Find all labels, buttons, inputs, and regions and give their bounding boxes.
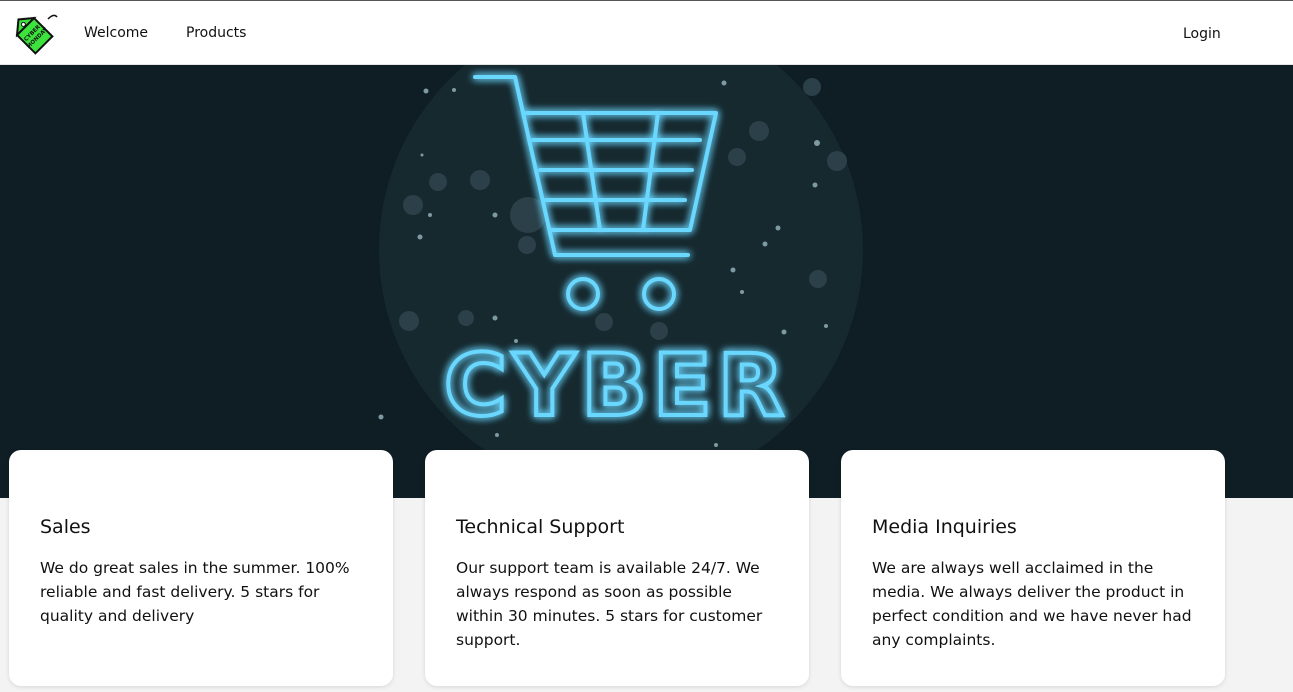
top-navbar: CYBER MONDAY Welcome Products Login [0, 0, 1293, 65]
card-text: We are always well acclaimed in the medi… [872, 559, 1192, 649]
media-inquiries-card: Media Inquiries We are always well accla… [841, 450, 1225, 686]
technical-support-card: Technical Support Our support team is av… [425, 450, 809, 686]
neon-cart-illustration: CYBER [378, 65, 863, 492]
tag-logo-icon: CYBER MONDAY [15, 14, 58, 55]
card-text: We do great sales in the summer. 100% re… [40, 559, 350, 625]
card-title: Media Inquiries [872, 516, 1017, 538]
neon-cyber-text: CYBER [444, 336, 790, 436]
card-text: Our support team is available 24/7. We a… [456, 559, 763, 649]
nav-welcome-link[interactable]: Welcome [84, 25, 148, 41]
nav-login-link[interactable]: Login [1183, 26, 1221, 42]
sales-card: Sales We do great sales in the summer. 1… [9, 450, 393, 686]
nav-products-link[interactable]: Products [186, 25, 246, 41]
cyber-monday-logo[interactable]: CYBER MONDAY [8, 9, 60, 61]
card-title: Sales [40, 516, 91, 538]
hero-banner: CYBER [0, 65, 1293, 498]
card-title: Technical Support [456, 516, 625, 538]
